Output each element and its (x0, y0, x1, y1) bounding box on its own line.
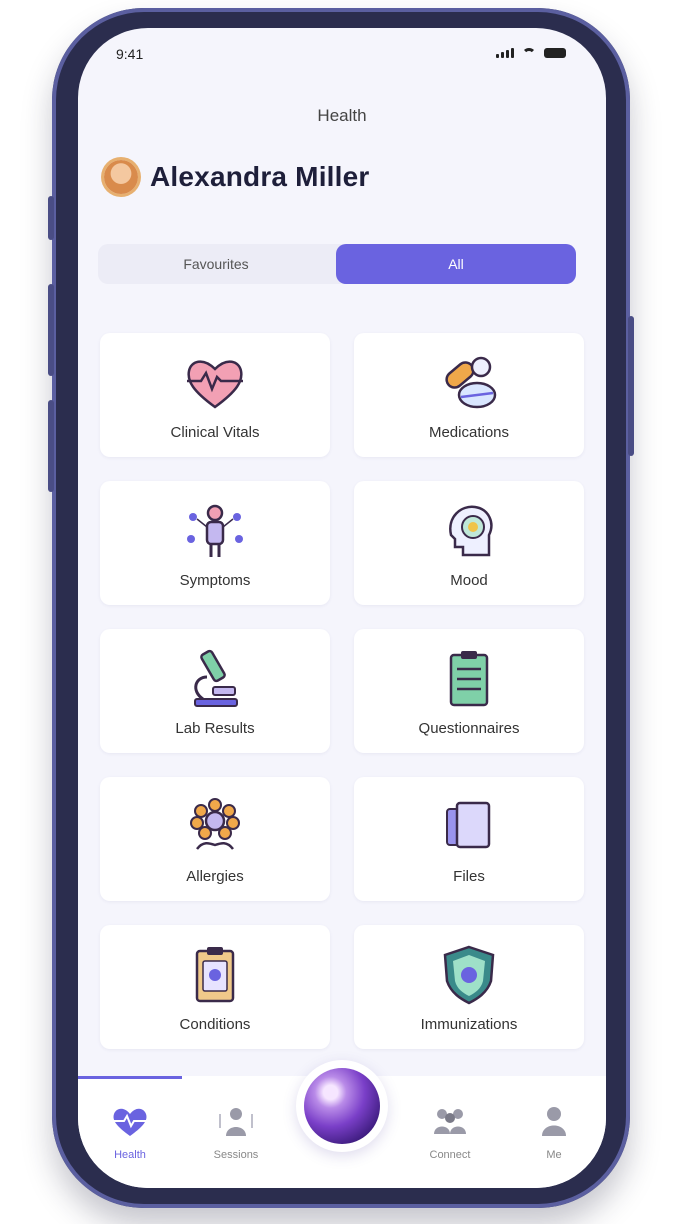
symptoms-icon (187, 504, 243, 557)
category-card-clinical-vitals[interactable]: Clinical Vitals (100, 333, 330, 457)
category-label: Lab Results (175, 720, 255, 737)
wifi-icon (522, 48, 536, 58)
category-card-mood[interactable]: Mood (354, 481, 584, 605)
category-label: Files (453, 868, 485, 885)
tab-label: Me (546, 1149, 562, 1161)
side-button-mute (48, 196, 54, 240)
active-tab-indicator (78, 1076, 182, 1079)
person-icon (542, 1107, 566, 1136)
clipboard-icon (449, 651, 489, 707)
tab-connect[interactable]: Connect (410, 1104, 490, 1161)
avatar[interactable] (104, 160, 138, 194)
phone-screen: 9:41 Health Alexandra Miller Favourites … (78, 28, 606, 1188)
status-time: 9:41 (116, 46, 144, 62)
sessions-icon (219, 1108, 253, 1136)
conditions-icon (195, 947, 235, 1003)
assistant-orb-icon (304, 1068, 380, 1144)
flower-icon (190, 798, 240, 850)
tab-sessions[interactable]: Sessions (196, 1104, 276, 1161)
category-label: Questionnaires (418, 720, 520, 737)
user-name: Alexandra Miller (150, 161, 370, 192)
category-label: Allergies (186, 868, 244, 885)
tab-bar: Health Sessions Connect Me (78, 1060, 606, 1188)
tab-label: Sessions (213, 1149, 259, 1161)
category-card-lab-results[interactable]: Lab Results (100, 629, 330, 753)
side-button-volume-down (48, 400, 54, 492)
category-card-allergies[interactable]: Allergies (100, 777, 330, 901)
tab-all[interactable]: All (336, 244, 576, 284)
category-card-conditions[interactable]: Conditions (100, 925, 330, 1049)
signal-icon (496, 48, 514, 58)
category-card-medications[interactable]: Medications (354, 333, 584, 457)
battery-icon (544, 48, 566, 58)
status-icons (496, 48, 566, 58)
heart-icon (113, 1108, 147, 1136)
tab-favourites[interactable]: Favourites (98, 244, 334, 284)
side-button-power (628, 316, 634, 456)
category-label: Conditions (179, 1016, 251, 1033)
category-card-files[interactable]: Files (354, 777, 584, 901)
people-icon (434, 1109, 466, 1134)
user-header: Alexandra Miller (104, 160, 370, 194)
category-label: Mood (450, 572, 488, 589)
side-button-volume-up (48, 284, 54, 376)
microscope-icon (194, 649, 238, 707)
mood-head-icon (449, 505, 493, 557)
category-card-immunizations[interactable]: Immunizations (354, 925, 584, 1049)
pills-icon (445, 356, 497, 409)
category-label: Symptoms (179, 572, 251, 589)
tab-label: Health (114, 1149, 146, 1161)
heart-pulse-icon (187, 360, 243, 409)
tab-health[interactable]: Health (90, 1104, 170, 1161)
category-label: Immunizations (420, 1016, 518, 1033)
files-icon (446, 801, 491, 849)
category-label: Clinical Vitals (170, 424, 260, 441)
tab-label: Connect (429, 1149, 471, 1161)
category-card-questionnaires[interactable]: Questionnaires (354, 629, 584, 753)
tab-me[interactable]: Me (514, 1104, 594, 1161)
segmented-control: Favourites All (98, 244, 576, 284)
shield-icon (443, 945, 495, 1005)
assistant-orb-button[interactable] (296, 1060, 388, 1152)
category-label: Medications (428, 424, 510, 441)
page-title: Health (317, 106, 367, 125)
category-card-symptoms[interactable]: Symptoms (100, 481, 330, 605)
